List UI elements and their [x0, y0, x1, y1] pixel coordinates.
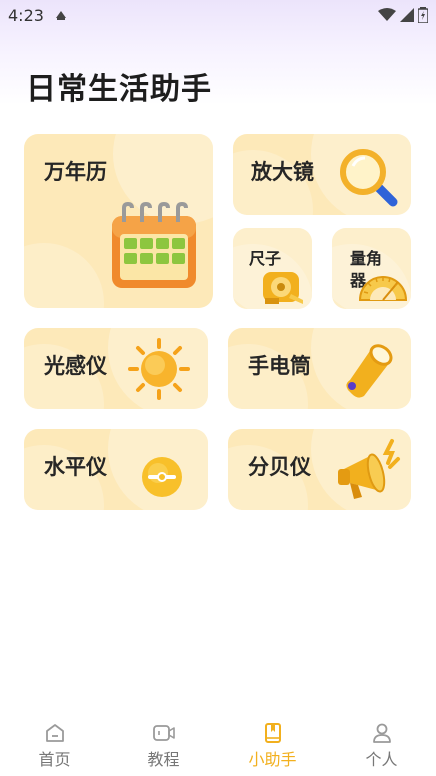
bottom-nav: 首页 教程 小助手 个人: [0, 718, 436, 776]
nav-tutorial[interactable]: 教程: [109, 718, 218, 776]
book-icon: [264, 723, 281, 743]
magnifier-icon: [340, 149, 398, 207]
decibel-card[interactable]: 分贝仪: [228, 429, 411, 510]
person-icon: [372, 723, 391, 743]
magnifier-label: 放大镜: [251, 160, 314, 184]
protractor-icon: [358, 276, 408, 301]
nav-profile[interactable]: 个人: [327, 718, 436, 776]
light-sensor-label: 光感仪: [44, 354, 107, 378]
status-time: 4:23: [8, 5, 44, 25]
nav-home-label: 首页: [38, 750, 71, 769]
nav-tutorial-label: 教程: [147, 750, 180, 769]
signal-icon: [400, 8, 414, 22]
video-icon: [152, 725, 175, 741]
level-label: 水平仪: [44, 455, 107, 479]
flashlight-icon: [346, 344, 393, 398]
decibel-label: 分贝仪: [248, 455, 311, 479]
notification-icon: [55, 11, 66, 20]
calendar-card[interactable]: 万年历: [24, 134, 213, 308]
nav-profile-label: 个人: [365, 750, 398, 769]
nav-assistant-label: 小助手: [248, 750, 297, 769]
calendar-label: 万年历: [44, 160, 107, 184]
sun-icon: [128, 338, 190, 400]
megaphone-icon: [338, 439, 400, 499]
nav-assistant[interactable]: 小助手: [218, 718, 327, 776]
light-sensor-card[interactable]: 光感仪: [24, 328, 208, 409]
ruler-card[interactable]: 尺子: [233, 228, 312, 309]
home-icon: [45, 724, 64, 742]
wifi-icon: [378, 8, 396, 21]
calendar-icon: [112, 202, 196, 288]
tape-measure-icon: [263, 272, 303, 304]
magnifier-card[interactable]: 放大镜: [233, 134, 411, 215]
battery-icon: [418, 7, 428, 23]
flashlight-card[interactable]: 手电筒: [228, 328, 411, 409]
flashlight-label: 手电筒: [248, 354, 311, 378]
page-title: 日常生活助手: [26, 72, 212, 107]
protractor-card[interactable]: 量角器: [332, 228, 411, 309]
level-card[interactable]: 水平仪: [24, 429, 208, 510]
nav-home[interactable]: 首页: [0, 718, 109, 776]
level-icon: [142, 457, 182, 497]
status-bar: 4:23: [0, 0, 436, 30]
